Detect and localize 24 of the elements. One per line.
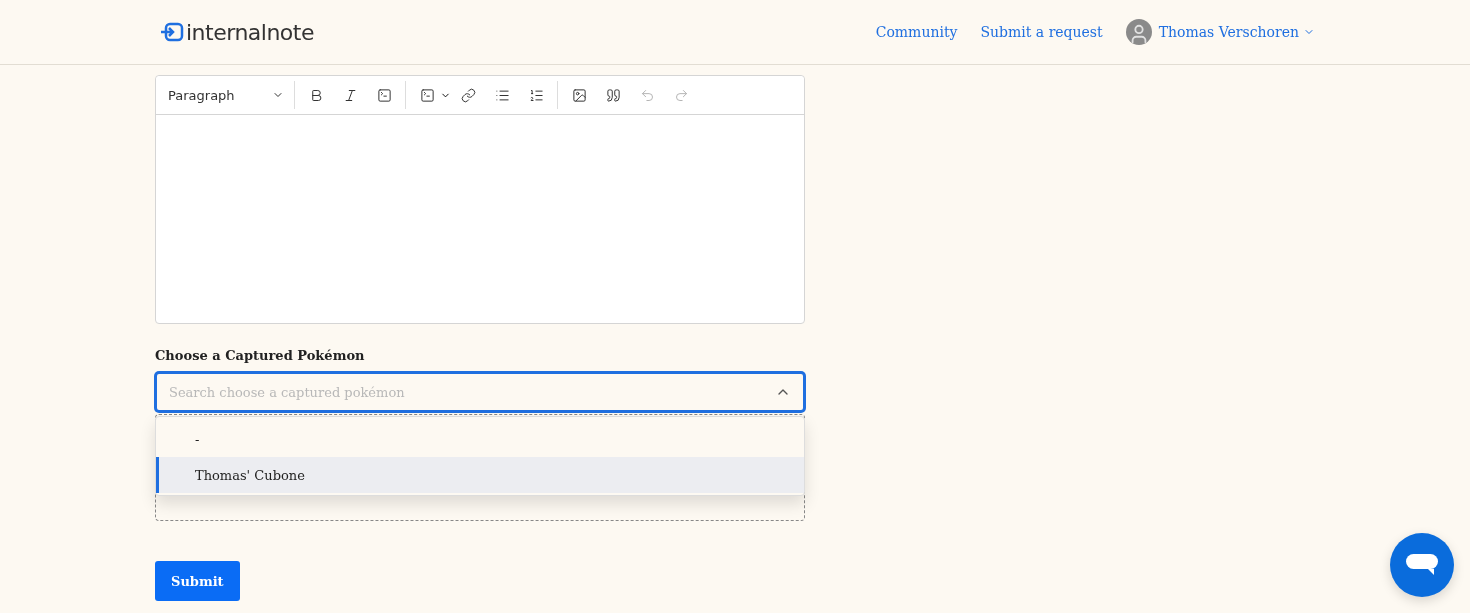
undo-icon <box>639 87 655 103</box>
dropdown-option[interactable]: Thomas' Cubone <box>156 457 804 493</box>
nav-link[interactable]: Submit a request <box>980 24 1103 40</box>
avatar-icon <box>1125 19 1152 45</box>
dropdown-option[interactable]: - <box>156 421 804 457</box>
nav-link[interactable]: Community <box>875 24 958 40</box>
terminal-icon <box>376 87 392 103</box>
format-dropdown[interactable]: Paragraph <box>162 80 290 110</box>
search-select-field[interactable]: Search choose a captured pokémon <box>155 372 805 412</box>
search-input[interactable]: Search choose a captured pokémon <box>167 383 775 401</box>
logo-text[interactable]: internalnote <box>186 19 314 45</box>
numbered-list-icon <box>528 87 544 103</box>
image-icon <box>571 87 587 103</box>
redo-icon <box>673 87 689 103</box>
chat-button[interactable] <box>1390 533 1454 597</box>
bullet-list-icon <box>494 87 510 103</box>
italic-icon <box>342 87 358 103</box>
terminal-icon <box>419 87 435 103</box>
logo-icon <box>160 22 184 42</box>
quote-icon <box>605 87 621 103</box>
link-icon <box>460 87 476 103</box>
submit-button[interactable]: Submit <box>155 561 240 601</box>
user-menu[interactable]: Thomas Verschoren <box>1125 19 1315 45</box>
field-label: Choose a Captured Pokémon <box>155 348 366 363</box>
